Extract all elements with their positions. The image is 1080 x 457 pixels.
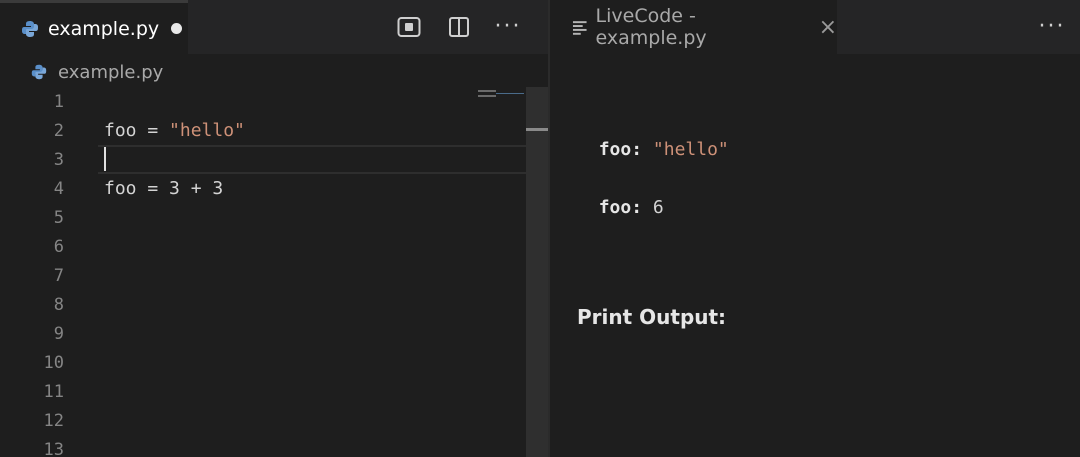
line-number: 1 (53, 91, 64, 112)
code-line: 7 (0, 261, 470, 290)
livecode-more-button[interactable]: ··· (1037, 12, 1067, 42)
code-line: 11 (0, 377, 470, 406)
tab-filename: example.py (48, 17, 160, 40)
line-number: 4 (53, 178, 64, 199)
unsaved-dot-icon[interactable] (171, 23, 183, 34)
python-file-icon (31, 64, 47, 80)
run-preview-icon (397, 17, 421, 37)
line-number: 2 (53, 120, 64, 141)
scrollbar-cursor-marker (526, 128, 548, 131)
variable-value: 6 (652, 197, 664, 218)
code-line: 2 foo = "hello" (0, 116, 470, 145)
tab-livecode[interactable]: LiveCode - example.py × (550, 0, 837, 54)
livecode-pane: LiveCode - example.py × ··· (550, 0, 1080, 457)
line-number: 6 (53, 236, 64, 257)
minimap[interactable] (478, 90, 524, 98)
code-line: 8 (0, 290, 470, 319)
line-number: 9 (53, 323, 64, 344)
split-editor-icon (449, 17, 469, 37)
code-text: foo = "hello" (104, 120, 245, 141)
line-number: 11 (43, 381, 64, 402)
output-variable: foo: 6 (577, 176, 664, 218)
code-line: 1 (0, 87, 470, 116)
code-line: 6 (0, 232, 470, 261)
line-number: 13 (43, 439, 64, 457)
output-variable: foo: "hello" (577, 118, 729, 160)
run-preview-button[interactable] (394, 12, 424, 42)
code-line: 9 (0, 319, 470, 348)
string-literal: "hello" (169, 120, 245, 141)
text-cursor (104, 147, 106, 171)
code-line: 10 (0, 348, 470, 377)
code-line: 13 (0, 435, 470, 457)
line-number: 7 (53, 265, 64, 286)
current-line-highlight (98, 145, 548, 174)
preview-lines-icon (572, 21, 587, 35)
line-number: 8 (53, 294, 64, 315)
livecode-tab-bar: LiveCode - example.py × ··· (550, 0, 1080, 54)
more-actions-button[interactable]: ··· (493, 12, 523, 42)
split-editor-button[interactable] (444, 12, 474, 42)
code-line-current: 3 (0, 145, 548, 174)
line-number: 3 (53, 149, 64, 170)
line-number: 10 (43, 352, 64, 373)
code-editor[interactable]: 1 2 foo = "hello" 3 4 foo = 3 + 3 5 6 7 … (0, 87, 548, 457)
variable-name: foo: (598, 197, 643, 218)
line-number: 12 (43, 410, 64, 431)
close-icon[interactable]: × (819, 15, 837, 40)
more-icon: ··· (1038, 14, 1066, 39)
code-line: 4 foo = 3 + 3 (0, 174, 470, 203)
code-text: foo = 3 + 3 (104, 178, 224, 199)
line-number: 5 (53, 207, 64, 228)
livecode-tab-title: LiveCode - example.py (595, 5, 707, 49)
code-line: 12 (0, 406, 470, 435)
code-line: 5 (0, 203, 470, 232)
python-file-icon (22, 20, 38, 37)
breadcrumb[interactable]: example.py (30, 58, 163, 86)
editor-tab-bar: example.py ··· (0, 0, 548, 54)
editor-pane: example.py ··· example.py 1 2 foo = "hel… (0, 0, 548, 457)
variable-value: "hello" (652, 139, 729, 160)
variable-name: foo: (598, 139, 643, 160)
more-icon: ··· (494, 14, 522, 39)
vertical-scrollbar[interactable] (526, 87, 548, 457)
breadcrumb-filename: example.py (58, 61, 164, 83)
tab-example-py[interactable]: example.py (0, 0, 188, 54)
print-output-heading: Print Output: (577, 305, 727, 329)
